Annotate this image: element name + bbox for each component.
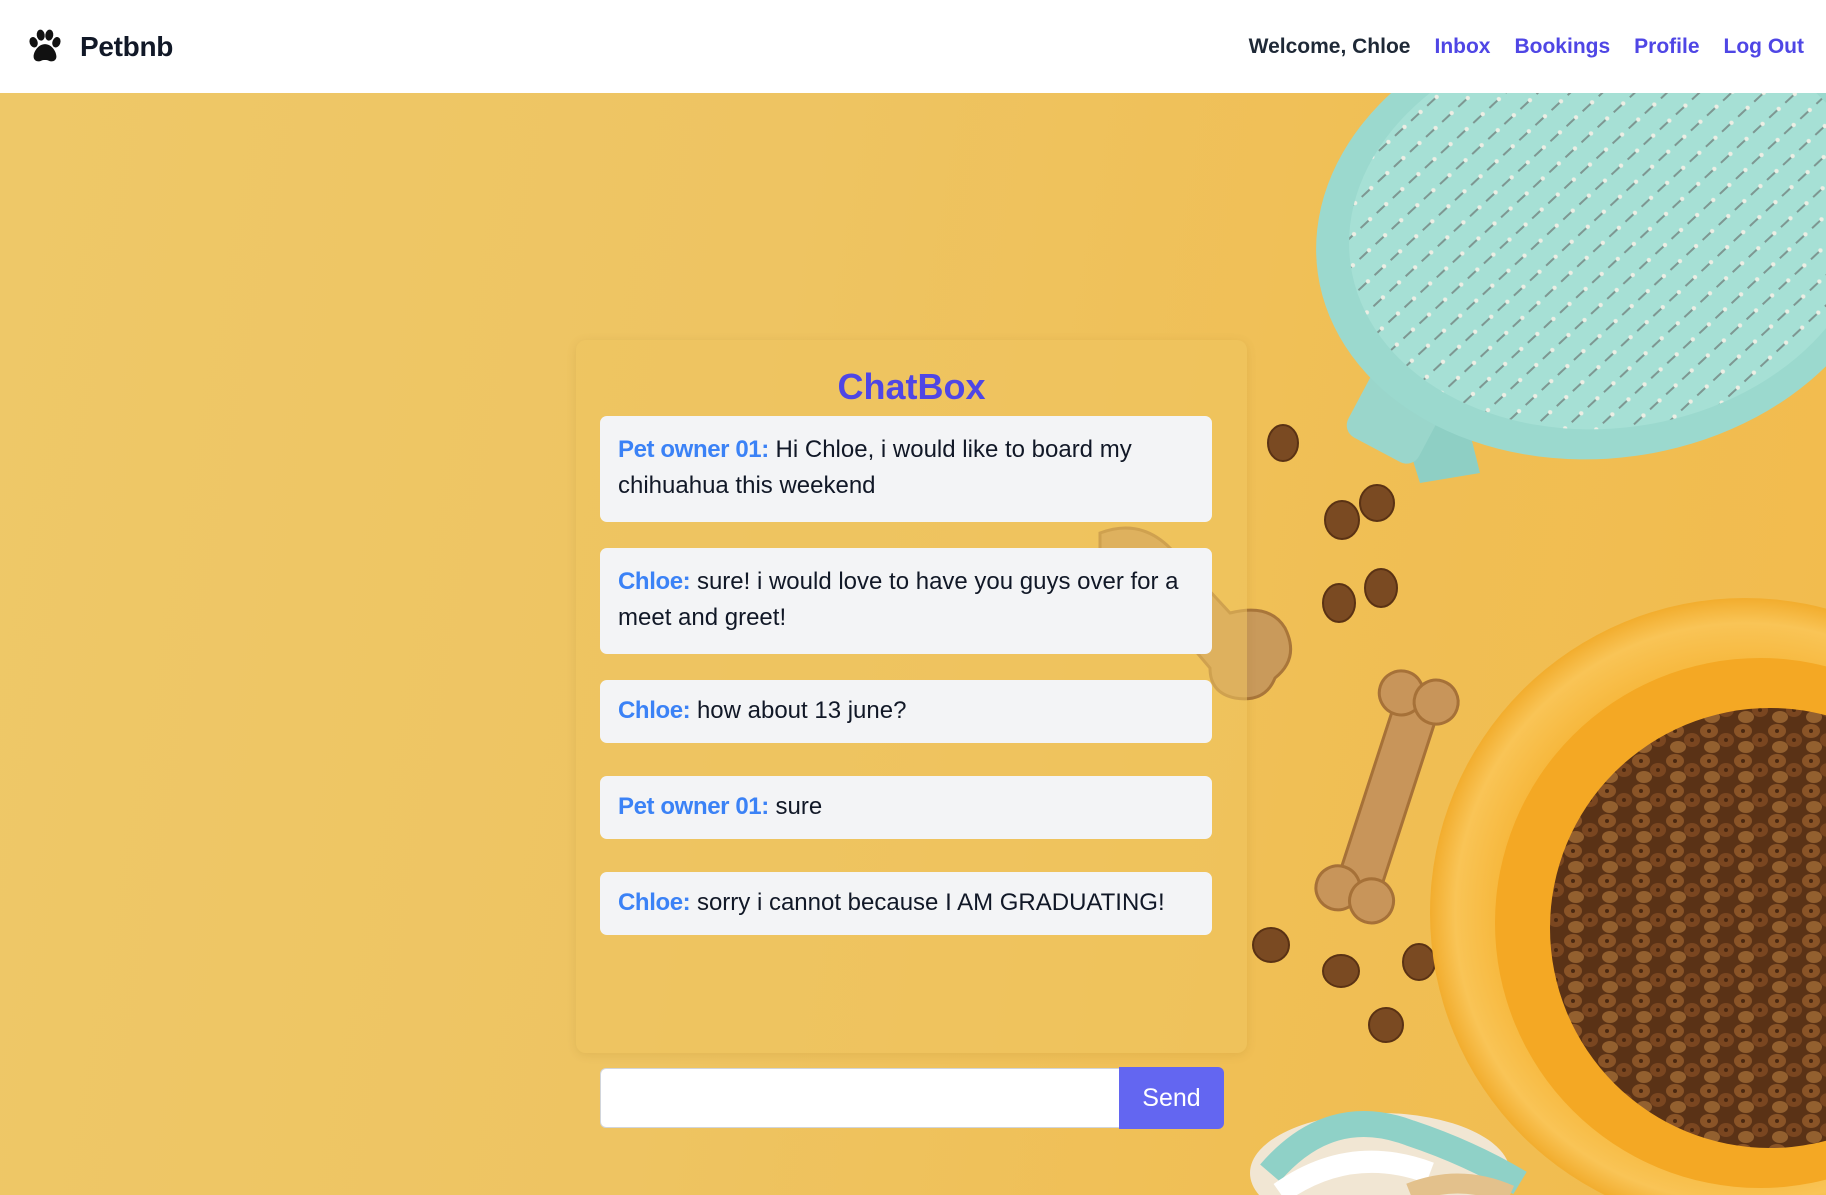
top-navbar: Petbnb Welcome, Chloe Inbox Bookings Pro… — [0, 0, 1826, 93]
chat-message: Chloe: sorry i cannot because I AM GRADU… — [600, 872, 1212, 935]
welcome-text: Welcome, Chloe — [1248, 34, 1411, 58]
chatbox-card: ChatBox Pet owner 01: Hi Chloe, i would … — [576, 340, 1247, 1129]
message-sender: Chloe: — [618, 568, 691, 595]
message-sender: Pet owner 01: — [618, 436, 769, 463]
nav-link-logout[interactable]: Log Out — [1724, 35, 1804, 59]
chat-message: Pet owner 01: Hi Chloe, i would like to … — [600, 416, 1212, 522]
message-sender: Pet owner 01: — [618, 793, 769, 820]
message-text: sorry i cannot because I AM GRADUATING! — [696, 889, 1165, 916]
chat-message: Chloe: sure! i would love to have you gu… — [600, 548, 1212, 654]
message-text: sure! i would love to have you guys over… — [618, 568, 1179, 631]
message-sender: Chloe: — [618, 697, 691, 724]
hero-background: ChatBox Pet owner 01: Hi Chloe, i would … — [0, 93, 1826, 1195]
message-input[interactable] — [600, 1068, 1119, 1128]
nav-link-profile[interactable]: Profile — [1634, 35, 1699, 59]
brand[interactable]: Petbnb — [26, 28, 173, 66]
message-sender: Chloe: — [618, 889, 691, 916]
main-nav: Welcome, Chloe Inbox Bookings Profile Lo… — [1249, 0, 1804, 93]
paw-icon — [26, 28, 64, 66]
message-text: how about 13 june? — [696, 697, 907, 724]
send-button[interactable]: Send — [1119, 1067, 1224, 1129]
nav-link-bookings[interactable]: Bookings — [1514, 35, 1610, 59]
nav-link-inbox[interactable]: Inbox — [1434, 35, 1490, 59]
chat-message: Chloe: how about 13 june? — [600, 680, 1212, 743]
chat-message: Pet owner 01: sure — [600, 776, 1212, 839]
message-text: sure — [775, 793, 823, 820]
chatbox-title: ChatBox — [837, 366, 986, 407]
message-composer: Send — [600, 1067, 1224, 1130]
brand-name: Petbnb — [80, 30, 174, 62]
